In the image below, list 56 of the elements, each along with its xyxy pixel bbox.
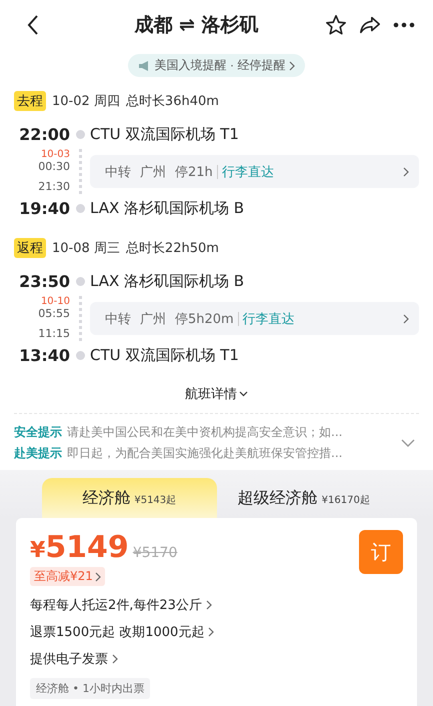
- original-price: ¥5170: [132, 545, 178, 561]
- chevron-icon: [289, 60, 296, 70]
- fare-rule-link[interactable]: 每程每人托运2件,每件23公斤: [30, 596, 403, 614]
- flight-details-link[interactable]: 航班详情: [14, 385, 419, 414]
- next-day-date: 10-10: [40, 296, 70, 307]
- cabin-tab[interactable]: 经济舱 ¥5143起: [42, 478, 216, 518]
- departure-airport: CTU 双流国际机场 T1: [90, 125, 240, 144]
- departure-time: 22:00: [18, 125, 70, 144]
- stop-departure-time: 21:30: [38, 180, 70, 194]
- leg-tag: 去程: [14, 91, 46, 111]
- timeline-line: [78, 149, 82, 194]
- arrival-airport: LAX 洛杉矶国际机场 B: [90, 199, 246, 218]
- stop-arrival-time: 00:30: [38, 160, 70, 174]
- stop-departure-time: 11:15: [38, 327, 70, 341]
- transfer-info[interactable]: 中转 广州 停21h 行李直达: [90, 155, 419, 188]
- chevron-icon: [208, 627, 214, 637]
- back-icon[interactable]: [26, 14, 40, 36]
- chevron-icon: [403, 166, 409, 176]
- tip-text: 赴美提示 即日起，为配合美国实施强化赴美航班保安管控措...: [14, 445, 344, 462]
- star-icon[interactable]: [325, 14, 347, 36]
- timeline-line: [78, 296, 82, 341]
- leg-duration: 总时长22h50m: [126, 240, 219, 257]
- departure-airport: LAX 洛杉矶国际机场 B: [90, 272, 246, 291]
- chevron-icon: [239, 391, 248, 397]
- tip-text: 安全提示 请赴美中国公民和在美中资机构提高安全意识；如...: [14, 424, 344, 441]
- arrival-time: 13:40: [18, 346, 70, 365]
- departure-time: 23:50: [18, 272, 70, 291]
- leg-date: 10-08 周三: [52, 240, 120, 257]
- share-icon[interactable]: [359, 14, 381, 36]
- currency-symbol: ¥: [30, 538, 46, 563]
- chevron-icon: [403, 314, 409, 324]
- megaphone-icon: [138, 60, 151, 72]
- stop-arrival-time: 05:55: [38, 307, 70, 321]
- timeline-dot: [76, 130, 84, 139]
- leg-tag: 返程: [14, 238, 46, 258]
- transfer-info[interactable]: 中转 广州 停5h20m 行李直达: [90, 302, 419, 335]
- more-icon[interactable]: [393, 22, 415, 28]
- fare-rule-link[interactable]: 退票1500元起 改期1000元起: [30, 623, 403, 641]
- cabin-tab[interactable]: 超级经济舱 ¥16170起: [216, 478, 391, 518]
- next-day-date: 10-03: [40, 149, 70, 160]
- cabin-tag: 经济舱 • 1小时内出票: [30, 678, 150, 699]
- fare-price: 5149: [45, 530, 129, 565]
- timeline-dot: [76, 351, 84, 360]
- chevron-icon: [94, 572, 101, 582]
- route-title: 成都 ⇌ 洛杉矶: [133, 13, 260, 38]
- leg-date: 10-02 周四: [52, 93, 120, 110]
- notice-pill[interactable]: 美国入境提醒 · 经停提醒: [128, 54, 306, 77]
- arrival-airport: CTU 双流国际机场 T1: [90, 346, 240, 365]
- expand-icon[interactable]: [401, 439, 415, 447]
- chevron-icon: [112, 654, 118, 664]
- arrival-time: 19:40: [18, 199, 70, 218]
- leg-duration: 总时长36h40m: [126, 93, 219, 110]
- fare-rule-link[interactable]: 提供电子发票: [30, 650, 403, 668]
- timeline-dot: [76, 204, 84, 213]
- chevron-icon: [206, 600, 212, 610]
- timeline-dot: [76, 277, 84, 286]
